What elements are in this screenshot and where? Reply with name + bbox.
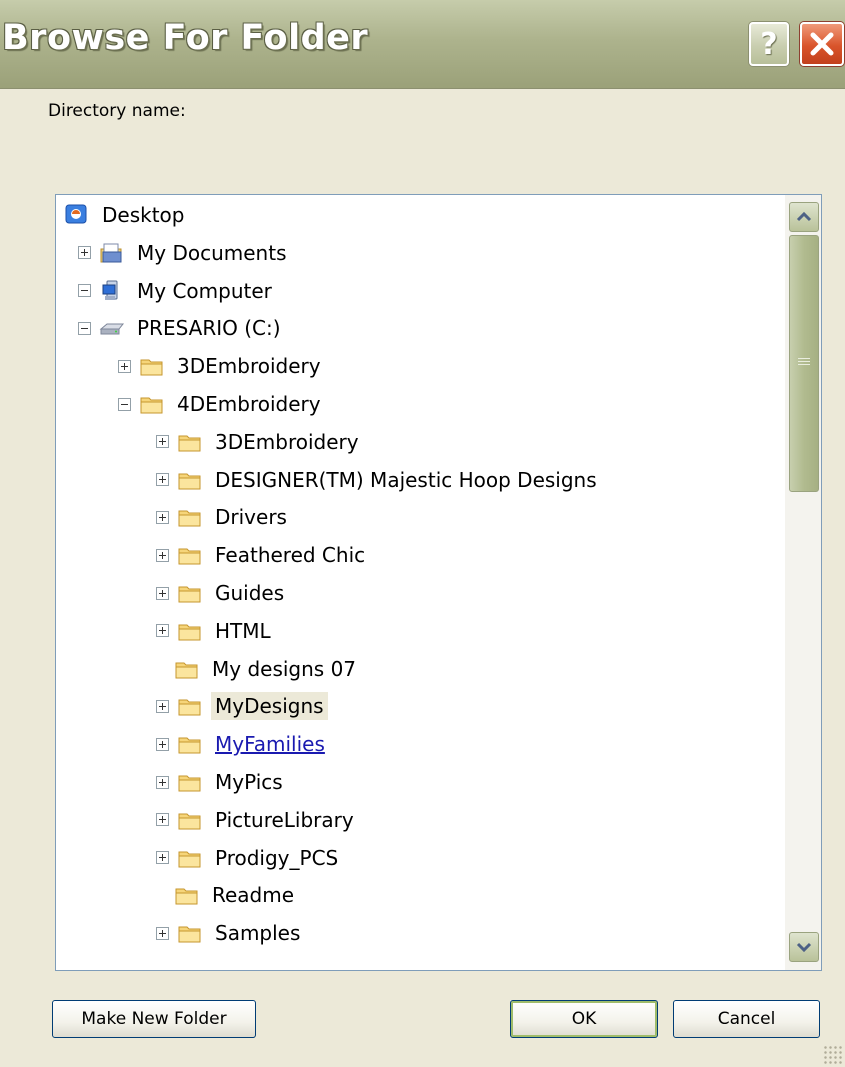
tree-row[interactable]: Guides [156, 576, 288, 610]
help-button[interactable]: ? [749, 22, 789, 66]
folder-icon [177, 544, 203, 566]
folder-icon [174, 658, 200, 680]
tree-item-label[interactable]: Feathered Chic [211, 541, 369, 569]
scrollbar-thumb[interactable] [789, 235, 819, 492]
folder-icon [139, 393, 165, 415]
expand-plus-icon[interactable] [156, 851, 169, 865]
tree-row[interactable]: Prodigy_PCS [156, 841, 342, 875]
expand-plus-icon[interactable] [156, 926, 169, 940]
folder-icon [139, 355, 165, 377]
tree-item-label[interactable]: MyDesigns [211, 692, 328, 721]
tree-row[interactable]: My Computer [78, 274, 276, 308]
tree-row[interactable]: PictureLibrary [156, 803, 358, 837]
tree-row[interactable]: 3DEmbroidery [118, 349, 325, 383]
scroll-down-icon [796, 942, 812, 953]
expand-plus-icon[interactable] [156, 737, 169, 751]
tree-item-label[interactable]: MyFamilies [211, 730, 329, 758]
collapse-minus-icon[interactable] [78, 284, 91, 298]
tree-row[interactable]: MyDesigns [156, 689, 328, 723]
tree-item-label[interactable]: DESIGNER(TM) Majestic Hoop Designs [211, 466, 601, 494]
cancel-button[interactable]: Cancel [673, 1000, 820, 1038]
expand-plus-icon[interactable] [156, 548, 169, 562]
tree-row[interactable]: Drivers [156, 500, 291, 534]
folder-icon [174, 884, 200, 906]
expand-plus-icon[interactable] [156, 473, 169, 487]
title-bar[interactable]: Browse For Folder ? [0, 0, 845, 89]
folder-icon [177, 469, 203, 491]
tree-item-label[interactable]: 3DEmbroidery [211, 428, 363, 456]
tree-row[interactable]: MyPics [156, 765, 287, 799]
drive-icon [99, 317, 125, 339]
folder-icon [177, 620, 203, 642]
tree-row[interactable]: Readme [174, 878, 298, 912]
folder-icon [177, 809, 203, 831]
tree-row[interactable]: PRESARIO (C:) [78, 311, 285, 345]
vertical-scrollbar[interactable] [785, 195, 821, 970]
folder-icon [177, 922, 203, 944]
expand-plus-icon[interactable] [156, 586, 169, 600]
tree-item-label[interactable]: HTML [211, 617, 275, 645]
folder-icon [177, 431, 203, 453]
expand-plus-icon[interactable] [156, 435, 169, 449]
expand-plus-icon[interactable] [156, 775, 169, 789]
directory-name-label: Directory name: [48, 101, 186, 121]
tree-row[interactable]: Desktop [64, 198, 188, 232]
collapse-minus-icon[interactable] [78, 321, 91, 335]
tree-item-label[interactable]: My Documents [133, 239, 290, 267]
folder-tree[interactable]: Desktop My Documents My Computer PRESARIO (… [55, 194, 822, 971]
scroll-up-icon [796, 211, 812, 222]
desktop-icon [64, 204, 90, 226]
folder-icon [177, 771, 203, 793]
collapse-minus-icon[interactable] [118, 397, 131, 411]
scroll-up-button[interactable] [789, 202, 819, 232]
expand-plus-icon[interactable] [78, 246, 91, 260]
tree-item-label[interactable]: My designs 07 [208, 655, 360, 683]
folder-icon [177, 582, 203, 604]
expand-plus-icon[interactable] [156, 510, 169, 524]
close-icon [810, 32, 834, 56]
expand-plus-icon[interactable] [156, 813, 169, 827]
close-button[interactable] [800, 22, 844, 66]
folder-icon [177, 506, 203, 528]
window-title: Browse For Folder [2, 18, 369, 58]
documents-folder-icon [99, 242, 125, 264]
make-new-folder-button[interactable]: Make New Folder [52, 1000, 256, 1038]
tree-row[interactable]: MyFamilies [156, 727, 329, 761]
resize-grip-icon[interactable] [823, 1045, 843, 1065]
scrollbar-grip-icon [798, 358, 810, 367]
ok-button[interactable]: OK [510, 1000, 658, 1038]
tree-item-label[interactable]: 4DEmbroidery [173, 390, 325, 418]
tree-item-label[interactable]: Drivers [211, 503, 291, 531]
tree-row[interactable]: My designs 07 [174, 652, 360, 686]
tree-item-label[interactable]: My Computer [133, 277, 276, 305]
tree-item-label[interactable]: 3DEmbroidery [173, 352, 325, 380]
tree-row[interactable]: 4DEmbroidery [118, 387, 325, 421]
tree-row[interactable]: 3DEmbroidery [156, 425, 363, 459]
folder-icon [177, 733, 203, 755]
folder-icon [177, 847, 203, 869]
tree-item-label[interactable]: PRESARIO (C:) [133, 314, 285, 342]
tree-row[interactable]: My Documents [78, 236, 290, 270]
tree-item-label[interactable]: Desktop [98, 201, 188, 229]
tree-item-label[interactable]: MyPics [211, 768, 287, 796]
tree-item-label[interactable]: PictureLibrary [211, 806, 358, 834]
tree-row[interactable]: HTML [156, 614, 275, 648]
expand-plus-icon[interactable] [156, 624, 169, 638]
tree-item-label[interactable]: Samples [211, 919, 304, 947]
tree-row[interactable]: Samples [156, 916, 304, 950]
tree-item-label[interactable]: Prodigy_PCS [211, 844, 342, 872]
tree-item-label[interactable]: Guides [211, 579, 288, 607]
expand-plus-icon[interactable] [118, 359, 131, 373]
folder-icon [177, 695, 203, 717]
tree-row[interactable]: DESIGNER(TM) Majestic Hoop Designs [156, 463, 601, 497]
computer-icon [99, 280, 125, 302]
browse-for-folder-dialog: Browse For Folder ? Directory name: Desk… [0, 0, 845, 1067]
expand-plus-icon[interactable] [156, 699, 169, 713]
tree-item-label[interactable]: Readme [208, 881, 298, 909]
scroll-down-button[interactable] [789, 932, 819, 962]
tree-row[interactable]: Feathered Chic [156, 538, 369, 572]
